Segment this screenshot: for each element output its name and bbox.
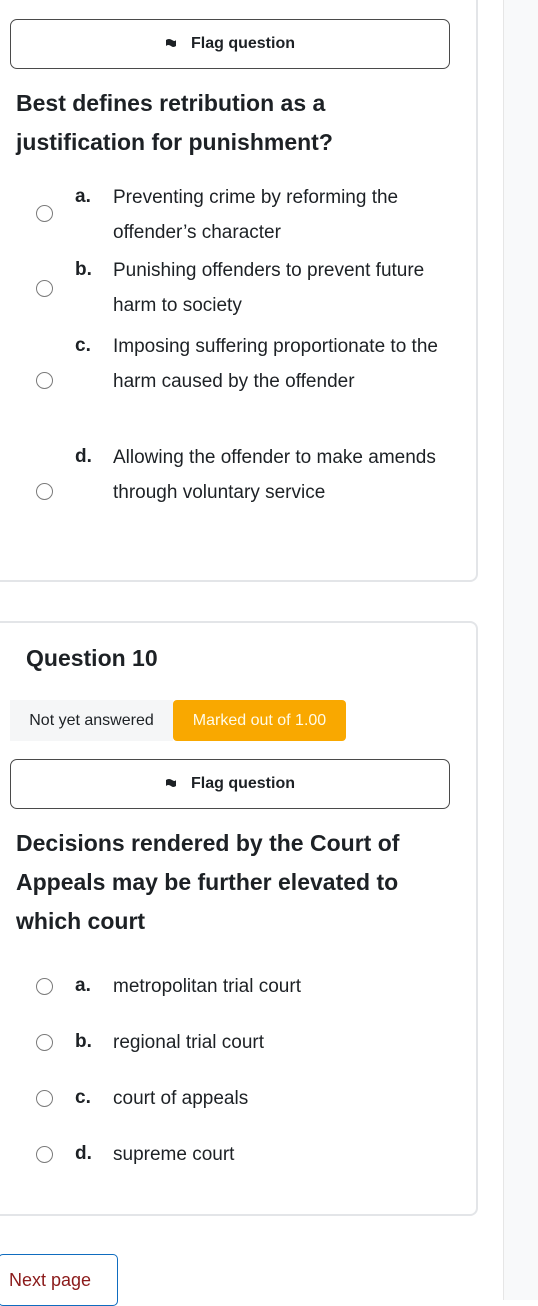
radio-icon[interactable]: [36, 978, 53, 995]
option-text: metropolitan trial court: [113, 976, 301, 997]
option-letter: a.: [75, 186, 91, 207]
option-text: court of appeals: [113, 1088, 249, 1109]
next-page-button[interactable]: Next page: [0, 1254, 118, 1306]
side-strip: [503, 0, 538, 1300]
option-text: Imposing suffering proportionate to the …: [113, 336, 438, 392]
option-letter: c.: [75, 1087, 91, 1108]
option-text: regional trial court: [113, 1032, 265, 1053]
question-marks-badge: Marked out of 1.00: [173, 700, 346, 741]
question-text: Decisions rendered by the Court of Appea…: [16, 830, 400, 934]
radio-icon[interactable]: [36, 1090, 53, 1107]
option-text: supreme court: [113, 1144, 235, 1165]
flag-icon: [166, 39, 176, 47]
flag-question-button[interactable]: Flag question: [10, 759, 450, 809]
option-letter: d.: [75, 1143, 92, 1164]
option-text: Preventing crime by reforming the offend…: [113, 187, 399, 243]
option-text: Punishing offenders to prevent future ha…: [113, 260, 425, 316]
flag-question-label: Flag question: [191, 775, 295, 792]
radio-icon[interactable]: [36, 280, 53, 297]
radio-icon[interactable]: [36, 483, 53, 500]
flag-question-button[interactable]: Flag question: [10, 19, 450, 69]
option-text: Allowing the offender to make amends thr…: [113, 447, 436, 503]
option-letter: b.: [75, 1031, 92, 1052]
question-state: Not yet answered: [10, 700, 173, 741]
option-letter: d.: [75, 446, 92, 467]
radio-icon[interactable]: [36, 1034, 53, 1051]
question-number: Question 10: [26, 645, 158, 671]
flag-icon: [166, 779, 176, 787]
radio-icon[interactable]: [36, 205, 53, 222]
radio-icon[interactable]: [36, 372, 53, 389]
option-letter: c.: [75, 335, 91, 356]
option-letter: a.: [75, 975, 91, 996]
flag-question-label: Flag question: [191, 35, 295, 52]
question-text: Best defines retribution as a justificat…: [16, 90, 333, 155]
radio-icon[interactable]: [36, 1146, 53, 1163]
option-letter: b.: [75, 259, 92, 280]
